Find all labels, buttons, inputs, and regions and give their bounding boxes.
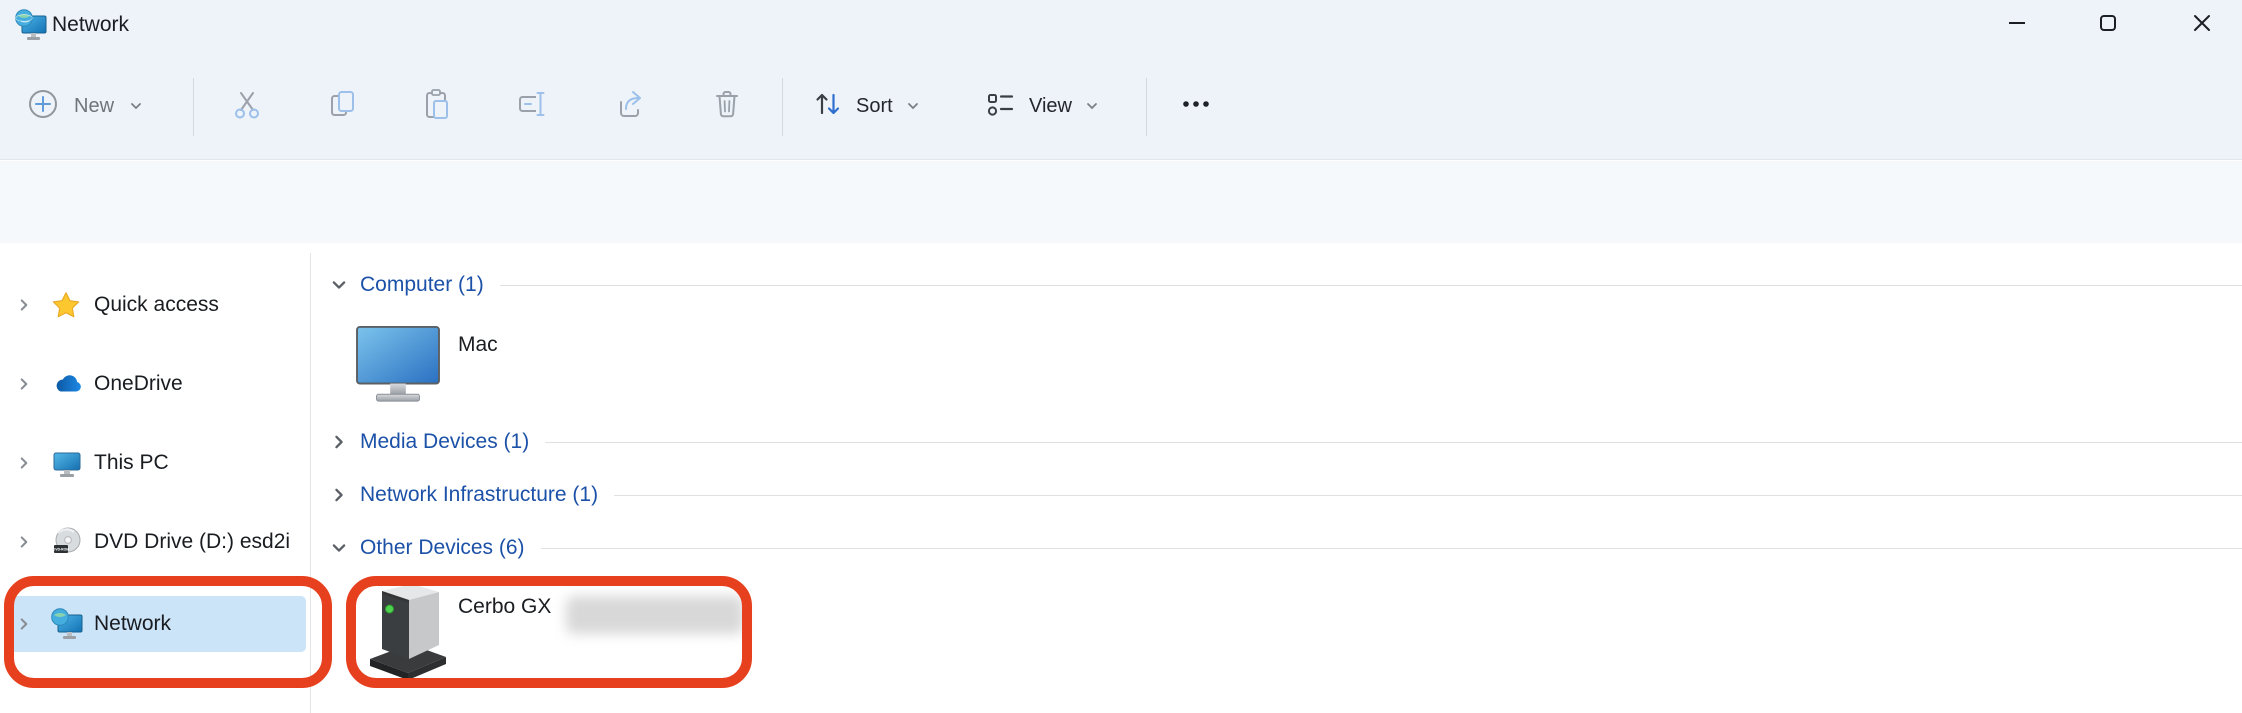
group-header-label: Other Devices (6) (360, 536, 525, 560)
chevron-right-icon[interactable] (16, 455, 36, 471)
annotation-highlight-cerbo-gx (346, 576, 752, 688)
rename-button[interactable] (507, 80, 559, 132)
group-divider-line (541, 548, 2242, 549)
ellipsis-icon (1176, 87, 1216, 126)
sidebar-item-onedrive[interactable]: OneDrive (0, 356, 310, 412)
paste-button[interactable] (411, 80, 463, 132)
chevron-right-icon[interactable] (330, 433, 356, 451)
sidebar-item-label: DVD Drive (D:) esd2i (94, 530, 290, 554)
svg-text:DVD-ROM: DVD-ROM (53, 548, 69, 552)
toolbar-separator (193, 78, 194, 136)
annotation-highlight-sidebar-network (4, 576, 332, 688)
address-row: Network (0, 161, 2242, 243)
sort-button[interactable]: Sort (810, 80, 921, 132)
group-header-other-devices[interactable]: Other Devices (6) (330, 535, 2242, 561)
close-button[interactable] (2170, 0, 2234, 46)
sidebar-item-this-pc[interactable]: This PC (0, 435, 310, 491)
group-header-network-infrastructure[interactable]: Network Infrastructure (1) (330, 482, 2242, 508)
toolbar-separator (782, 78, 783, 136)
new-button[interactable]: New (26, 80, 144, 132)
sidebar-item-label: This PC (94, 451, 169, 475)
content-area: Quick access OneDrive (0, 243, 2242, 713)
network-icon (14, 8, 48, 47)
window-chrome: Network New (0, 0, 2242, 160)
group-divider-line (500, 285, 2242, 286)
device-item-label: Mac (458, 333, 498, 357)
onedrive-cloud-icon (50, 367, 86, 401)
delete-button[interactable] (701, 80, 753, 132)
star-icon (50, 289, 86, 321)
group-header-media-devices[interactable]: Media Devices (1) (330, 429, 2242, 455)
new-button-label: New (74, 96, 114, 116)
computer-monitor-icon (354, 325, 442, 410)
cut-icon (230, 87, 264, 126)
toolbar-separator (1146, 78, 1147, 136)
plus-circle-icon (26, 87, 60, 126)
sort-button-label: Sort (856, 96, 893, 116)
share-button[interactable] (605, 80, 657, 132)
chevron-right-icon[interactable] (16, 534, 36, 550)
sidebar-item-label: Quick access (94, 293, 219, 317)
sidebar-item-label: OneDrive (94, 372, 183, 396)
rename-icon (516, 87, 550, 126)
file-explorer-window: Network New (0, 0, 2242, 713)
view-list-icon (983, 87, 1017, 126)
sort-arrows-icon (810, 87, 844, 126)
monitor-icon (50, 446, 86, 480)
more-options-button[interactable] (1170, 80, 1222, 132)
device-item-mac[interactable]: Mac (352, 323, 712, 405)
dvd-disc-icon: DVD-ROM (50, 525, 86, 559)
share-icon (614, 87, 648, 126)
chevron-down-icon[interactable] (330, 539, 356, 557)
group-header-label: Network Infrastructure (1) (360, 483, 598, 507)
paste-icon (420, 87, 454, 126)
window-title: Network (52, 13, 129, 37)
cut-button[interactable] (221, 80, 273, 132)
chevron-down-icon (1084, 98, 1100, 114)
chevron-down-icon (905, 98, 921, 114)
sidebar-item-dvd-drive[interactable]: DVD-ROM DVD Drive (D:) esd2i (0, 514, 310, 570)
chevron-down-icon[interactable] (330, 276, 356, 294)
sidebar-item-quick-access[interactable]: Quick access (0, 277, 310, 333)
group-divider-line (545, 442, 2242, 443)
group-divider-line (614, 495, 2242, 496)
group-header-label: Media Devices (1) (360, 430, 529, 454)
minimize-button[interactable] (1985, 0, 2049, 46)
group-header-label: Computer (1) (360, 273, 484, 297)
copy-button[interactable] (317, 80, 369, 132)
view-button[interactable]: View (983, 80, 1100, 132)
chevron-right-icon[interactable] (16, 297, 36, 313)
delete-icon (710, 87, 744, 126)
chevron-right-icon[interactable] (16, 376, 36, 392)
group-header-computer[interactable]: Computer (1) (330, 272, 2242, 298)
copy-icon (326, 87, 360, 126)
chevron-right-icon[interactable] (330, 486, 356, 504)
chevron-down-icon (128, 98, 144, 114)
maximize-button[interactable] (2076, 0, 2140, 46)
view-button-label: View (1029, 96, 1072, 116)
